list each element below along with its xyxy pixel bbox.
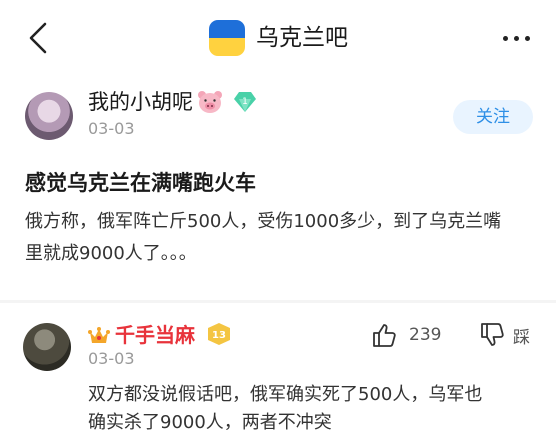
like-button[interactable]: 239 bbox=[371, 322, 441, 348]
comment-body-line: 双方都没说假话吧，俄军确实死了500人，乌军也 bbox=[88, 384, 483, 405]
post-body-line: 俄方称，俄军阵亡斤500人，受伤1000多少，到了乌克兰嘴 bbox=[25, 211, 502, 232]
commenter-level: 13 bbox=[212, 330, 226, 341]
thumbs-down-icon bbox=[481, 323, 504, 346]
more-dots-icon bbox=[502, 35, 508, 41]
post-body-line: 里就成9000人了。。。 bbox=[25, 243, 197, 264]
author-level: 1 bbox=[242, 97, 248, 107]
dislike-button[interactable]: 踩 bbox=[479, 322, 530, 348]
post-body: 俄方称，俄军阵亡斤500人，受伤1000多少，到了乌克兰嘴 里就成9000人了。… bbox=[25, 206, 535, 270]
thumbs-up-icon bbox=[373, 324, 396, 347]
like-count: 239 bbox=[409, 325, 442, 345]
follow-button[interactable]: 关注 bbox=[453, 100, 533, 134]
level-13-icon: 13 bbox=[208, 323, 230, 345]
post-date: 03-03 bbox=[88, 119, 135, 138]
commenter-avatar[interactable] bbox=[23, 323, 71, 371]
forum-title[interactable]: 乌克兰吧 bbox=[256, 22, 348, 54]
post-title: 感觉乌克兰在满嘴跑火车 bbox=[25, 171, 256, 195]
pig-face-icon bbox=[198, 91, 222, 113]
divider bbox=[0, 300, 556, 303]
dislike-label: 踩 bbox=[513, 327, 530, 348]
level-diamond-icon: 1 bbox=[234, 92, 256, 112]
author-avatar[interactable] bbox=[25, 92, 73, 140]
comment-body-line: 确实杀了9000人，两者不冲突 bbox=[88, 412, 332, 433]
ukraine-flag-icon[interactable] bbox=[209, 20, 245, 56]
commenter-name[interactable]: 千手当麻 bbox=[115, 320, 195, 350]
comment-date: 03-03 bbox=[88, 349, 135, 368]
back-arrow-icon bbox=[29, 22, 47, 54]
more-options-button[interactable] bbox=[496, 24, 536, 52]
back-button[interactable] bbox=[20, 20, 56, 56]
post-author-name[interactable]: 我的小胡呢 bbox=[88, 87, 193, 117]
comment-body: 双方都没说假话吧，俄军确实死了500人，乌军也 确实杀了9000人，两者不冲突 bbox=[88, 381, 538, 437]
crown-icon bbox=[88, 327, 110, 343]
